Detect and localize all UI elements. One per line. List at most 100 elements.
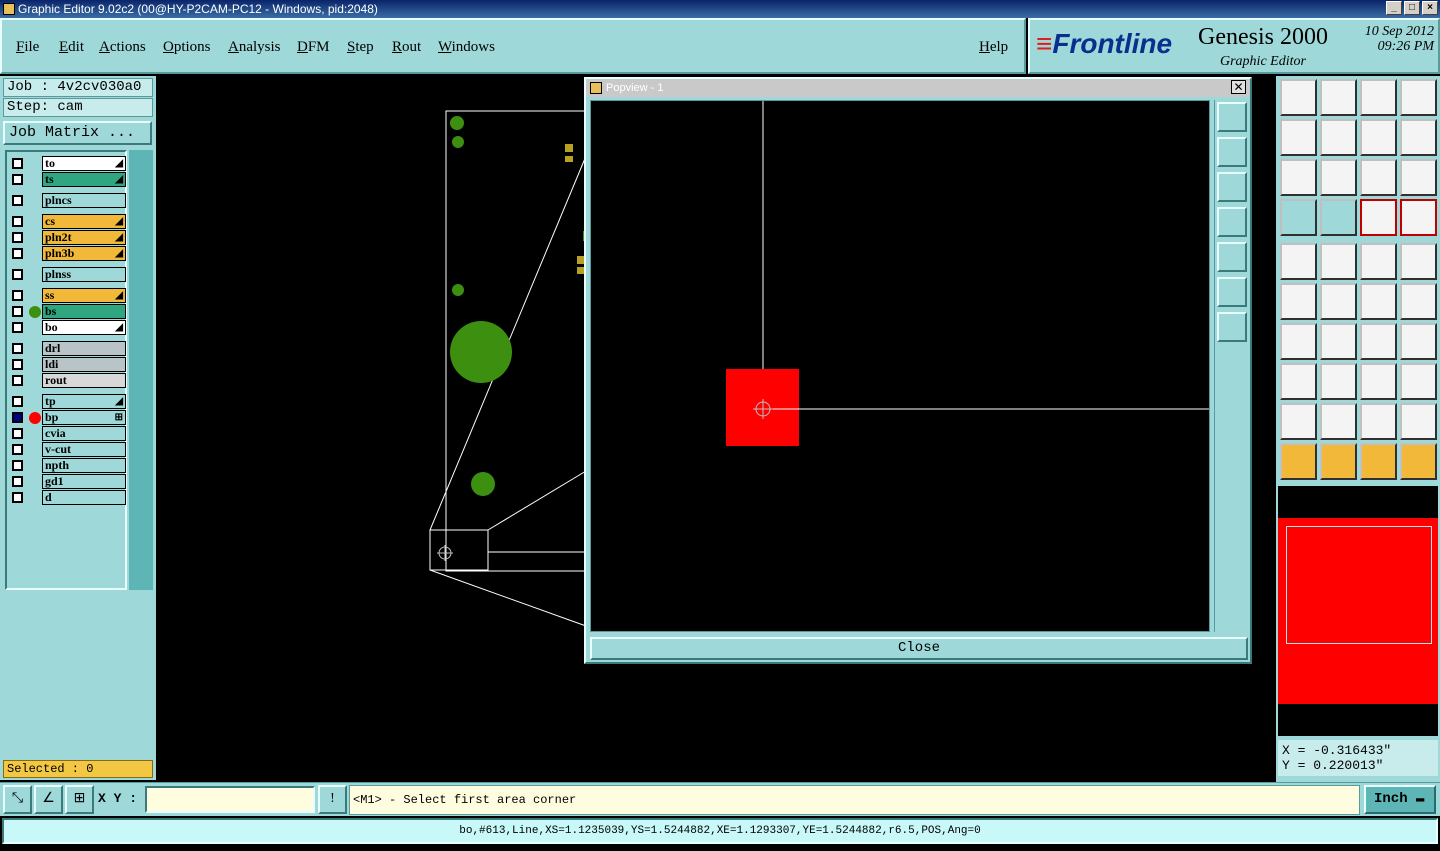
layer-checkbox[interactable] [12, 216, 23, 227]
layer-checkbox[interactable] [12, 343, 23, 354]
popview-close-x[interactable]: ✕ [1231, 80, 1246, 94]
zoom-one-icon[interactable] [1360, 119, 1397, 156]
menu-actions[interactable]: Actions [99, 39, 146, 56]
center-icon[interactable] [1320, 159, 1357, 196]
layer-toggle-icon[interactable] [1360, 199, 1397, 236]
layer-checkbox[interactable] [12, 428, 23, 439]
settings-icon[interactable] [1280, 199, 1317, 236]
layer-checkbox[interactable] [12, 375, 23, 386]
popview-canvas[interactable] [590, 100, 1210, 632]
help-icon[interactable] [1400, 159, 1437, 196]
snap-icon[interactable]: ⤡ [3, 785, 32, 814]
pan-left-icon[interactable] [1280, 119, 1317, 156]
grid-icon[interactable]: ⊞ [65, 785, 94, 814]
pan-up-icon[interactable] [1320, 79, 1357, 116]
layer-row-bs[interactable]: bs [9, 304, 126, 319]
snap-feature-icon[interactable] [1280, 243, 1317, 280]
layer-name[interactable]: v-cut [42, 442, 126, 457]
pan-up-icon[interactable] [1217, 137, 1247, 167]
layer-row-pln2t[interactable]: pln2t ◢ [9, 230, 126, 245]
layer-row-bo[interactable]: bo ◢ [9, 320, 126, 335]
layer-checkbox[interactable] [12, 232, 23, 243]
layer-name[interactable]: npth [42, 458, 126, 473]
layer-name[interactable]: ss ◢ [42, 288, 126, 303]
layer-name[interactable]: ldi [42, 357, 126, 372]
layer-row-rout[interactable]: rout [9, 373, 126, 388]
layer-checkbox[interactable] [12, 460, 23, 471]
home-icon[interactable] [1360, 79, 1397, 116]
grid-icon[interactable] [1320, 199, 1357, 236]
close-window-button[interactable]: × [1422, 1, 1438, 15]
zoom-out-icon[interactable] [1217, 312, 1247, 342]
triangle-a-icon[interactable] [1280, 403, 1317, 440]
menu-rout[interactable]: Rout [392, 39, 421, 56]
line-icon[interactable] [1320, 323, 1357, 360]
layer-name[interactable]: to ◢ [42, 156, 126, 171]
pad-icon[interactable] [1280, 363, 1317, 400]
layer-name[interactable]: bs [42, 304, 126, 319]
highlight-icon[interactable] [1320, 243, 1357, 280]
minimize-button[interactable]: _ [1386, 1, 1402, 15]
layer-row-ts[interactable]: ts ◢ [9, 172, 126, 187]
overview-preview[interactable] [1278, 486, 1438, 736]
menu-options[interactable]: Options [163, 39, 211, 56]
layer-row-tp[interactable]: tp ◢ [9, 394, 126, 409]
layer-checkbox[interactable] [12, 174, 23, 185]
layer-row-plnss[interactable]: plnss [9, 267, 126, 282]
pan-down-icon[interactable] [1217, 172, 1247, 202]
angle-icon[interactable] [1280, 323, 1317, 360]
layer-checkbox[interactable] [12, 444, 23, 455]
layer-name[interactable]: cs ◢ [42, 214, 126, 229]
maximize-button[interactable]: □ [1404, 1, 1420, 15]
menu-file[interactable]: File [16, 39, 39, 56]
layer-name[interactable]: bo ◢ [42, 320, 126, 335]
zoom-in-icon[interactable] [1217, 277, 1247, 307]
menu-dfm[interactable]: DFM [297, 39, 330, 56]
move-point-icon[interactable] [1400, 283, 1437, 320]
layer-row-cs[interactable]: cs ◢ [9, 214, 126, 229]
menu-analysis[interactable]: Analysis [228, 39, 281, 56]
layer-checkbox[interactable] [12, 396, 23, 407]
layer-compare-icon[interactable] [1400, 199, 1437, 236]
layer-name[interactable]: pln3b ◢ [42, 246, 126, 261]
layer-scrollbar[interactable] [129, 150, 153, 590]
zoom-home-icon[interactable] [1280, 79, 1317, 116]
add-point-icon[interactable] [1360, 283, 1397, 320]
layer-checkbox[interactable] [12, 359, 23, 370]
job-matrix-button[interactable]: Job Matrix ... [3, 121, 152, 145]
layer-row-plncs[interactable]: plncs [9, 193, 126, 208]
measure-icon[interactable]: ∠ [34, 785, 63, 814]
layer-name[interactable]: rout [42, 373, 126, 388]
layer-checkbox[interactable] [12, 476, 23, 487]
warning-icon[interactable]: ! [318, 785, 347, 814]
layer-checkbox[interactable] [12, 306, 23, 317]
select-net-icon[interactable] [1400, 443, 1437, 480]
layer-name[interactable]: pln2t ◢ [42, 230, 126, 245]
layer-row-drl[interactable]: drl [9, 341, 126, 356]
layer-row-pln3b[interactable]: pln3b ◢ [9, 246, 126, 261]
layer-checkbox[interactable] [12, 492, 23, 503]
triangle-c-icon[interactable] [1360, 403, 1397, 440]
layer-name[interactable]: d [42, 490, 126, 505]
pan-right-icon[interactable] [1320, 119, 1357, 156]
layer-checkbox[interactable] [12, 269, 23, 280]
line-split-icon[interactable] [1320, 363, 1357, 400]
layer-name[interactable]: cvia [42, 426, 126, 441]
ruler-icon[interactable] [1360, 243, 1397, 280]
menu-edit[interactable]: Edit [59, 39, 84, 56]
layer-row-to[interactable]: to ◢ [9, 156, 126, 171]
layer-name[interactable]: plnss [42, 267, 126, 282]
layer-checkbox[interactable] [12, 195, 23, 206]
zoom-home-icon[interactable] [1217, 102, 1247, 132]
connect-icon[interactable] [1280, 283, 1317, 320]
layer-name[interactable]: drl [42, 341, 126, 356]
menu-help[interactable]: Help [979, 39, 1008, 56]
layer-name[interactable]: ts ◢ [42, 172, 126, 187]
popview-titlebar[interactable]: Popview - 1 ✕ [586, 79, 1250, 97]
select-poly-icon[interactable] [1360, 443, 1397, 480]
menu-step[interactable]: Step [347, 39, 374, 56]
layer-row-npth[interactable]: npth [9, 458, 126, 473]
select-arrow-icon[interactable] [1280, 443, 1317, 480]
pan-right-icon[interactable] [1217, 242, 1247, 272]
unit-selector[interactable]: Inch ▬ [1364, 785, 1436, 814]
